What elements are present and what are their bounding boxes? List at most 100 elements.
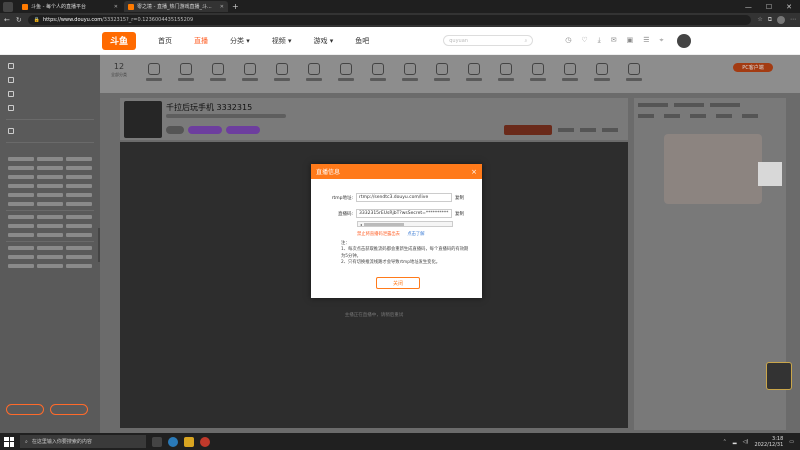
learn-more-link[interactable]: 点击了解 xyxy=(407,232,424,237)
new-tab-button[interactable]: + xyxy=(232,2,239,11)
category-link[interactable] xyxy=(66,202,92,206)
category-link[interactable] xyxy=(37,184,63,188)
category-item[interactable] xyxy=(138,63,170,81)
category-link[interactable] xyxy=(8,264,34,268)
category-link[interactable] xyxy=(8,193,34,197)
nav-home[interactable]: 首页 xyxy=(158,36,172,46)
dialog-close-icon[interactable]: × xyxy=(471,168,477,176)
report-button[interactable] xyxy=(580,128,596,132)
category-link[interactable] xyxy=(66,175,92,179)
back-icon[interactable]: ← xyxy=(4,16,10,24)
category-link[interactable] xyxy=(8,175,34,179)
nav-video[interactable]: 视频 ▾ xyxy=(272,36,292,46)
streamer-avatar[interactable] xyxy=(124,101,162,138)
taskbar-clock[interactable]: 3:18 2022/12/31 xyxy=(754,436,783,448)
site-search-input[interactable]: quyuan ⌕ xyxy=(443,35,534,46)
category-link[interactable] xyxy=(66,215,92,219)
window-menu-icon[interactable] xyxy=(3,1,13,12)
category-item[interactable] xyxy=(458,63,490,81)
copy-rtmp-button[interactable]: 复制 xyxy=(455,195,464,201)
sidebar-item[interactable] xyxy=(0,59,100,73)
category-link[interactable] xyxy=(37,166,63,170)
category-item[interactable] xyxy=(362,63,394,81)
category-link[interactable] xyxy=(8,233,34,237)
category-link[interactable] xyxy=(66,193,92,197)
category-item[interactable] xyxy=(394,63,426,81)
download-icon[interactable]: ⤓ xyxy=(598,36,601,45)
category-item[interactable] xyxy=(202,63,234,81)
category-link[interactable] xyxy=(8,184,34,188)
close-window-button[interactable]: ✕ xyxy=(786,3,792,11)
panel-tab[interactable] xyxy=(638,114,654,118)
category-link[interactable] xyxy=(37,255,63,259)
category-link[interactable] xyxy=(8,255,34,259)
notification-icon[interactable]: ▭ xyxy=(789,439,794,445)
rtmp-address-field[interactable]: rtmp://sendtc3.douyu.com/live xyxy=(356,193,452,202)
category-link[interactable] xyxy=(8,246,34,250)
refresh-icon[interactable]: ↻ xyxy=(16,16,22,24)
category-count[interactable]: 12 全部分类 xyxy=(100,63,138,79)
category-link[interactable] xyxy=(37,175,63,179)
minimize-button[interactable]: — xyxy=(745,3,752,11)
follow-icon[interactable]: ♡ xyxy=(581,36,587,45)
category-link[interactable] xyxy=(8,202,34,206)
category-item[interactable] xyxy=(266,63,298,81)
copy-key-button[interactable]: 复制 xyxy=(455,211,464,217)
user-avatar[interactable] xyxy=(677,33,692,48)
category-link[interactable] xyxy=(8,215,34,219)
nav-yuba[interactable]: 鱼吧 xyxy=(355,36,369,46)
category-link[interactable] xyxy=(37,193,63,197)
promo-banner[interactable] xyxy=(664,134,762,204)
category-link[interactable] xyxy=(66,255,92,259)
edge-browser-icon[interactable] xyxy=(168,436,178,447)
browser-tab-2[interactable]: 零之境 - 直播_热门游戏直播_斗... ✕ xyxy=(124,1,228,12)
category-link[interactable] xyxy=(66,246,92,250)
tray-up-icon[interactable]: ⌃ xyxy=(723,439,727,445)
location-icon[interactable]: ⌖ xyxy=(660,36,664,45)
category-link[interactable] xyxy=(66,233,92,237)
category-item[interactable] xyxy=(426,63,458,81)
panel-tab[interactable] xyxy=(742,114,758,118)
browser-tab-1[interactable]: 斗鱼 - 每个人的直播平台 ✕ xyxy=(18,1,122,12)
url-field[interactable]: 🔒 https://www.douyu.com/3332315?_r=0.123… xyxy=(27,15,752,25)
category-link[interactable] xyxy=(8,166,34,170)
category-link[interactable] xyxy=(37,246,63,250)
tab-close-icon[interactable]: ✕ xyxy=(220,4,224,10)
room-tag[interactable] xyxy=(188,126,222,134)
panel-tab[interactable] xyxy=(690,114,706,118)
nav-category[interactable]: 分类 ▾ xyxy=(230,36,250,46)
taskbar-search[interactable]: ⌕ 在这里输入你要搜索的内容 xyxy=(20,435,146,448)
category-link[interactable] xyxy=(8,224,34,228)
client-button[interactable] xyxy=(602,128,618,132)
nav-game[interactable]: 游戏 ▾ xyxy=(314,36,334,46)
volume-icon[interactable]: ◁) xyxy=(743,439,749,445)
category-link[interactable] xyxy=(37,157,63,161)
collections-icon[interactable]: ⧉ xyxy=(768,16,772,24)
network-icon[interactable]: ▂ xyxy=(733,439,737,445)
category-item[interactable] xyxy=(586,63,618,81)
douyu-logo[interactable]: 斗鱼 xyxy=(102,31,136,50)
category-link[interactable] xyxy=(37,215,63,219)
more-menu-icon[interactable]: ⋯ xyxy=(790,16,796,24)
category-item[interactable] xyxy=(330,63,362,81)
category-item[interactable] xyxy=(490,63,522,81)
sidebar-item[interactable] xyxy=(0,87,100,101)
history-icon[interactable]: ◷ xyxy=(565,36,571,45)
profile-avatar[interactable] xyxy=(777,16,785,24)
category-link[interactable] xyxy=(66,264,92,268)
favorite-star-icon[interactable]: ☆ xyxy=(757,16,762,24)
room-tag[interactable] xyxy=(226,126,260,134)
sidebar-item[interactable] xyxy=(0,124,100,138)
sidebar-action-button[interactable] xyxy=(50,404,88,415)
task-view-icon[interactable] xyxy=(152,436,162,447)
panel-tab[interactable] xyxy=(716,114,732,118)
category-link[interactable] xyxy=(66,166,92,170)
nav-live[interactable]: 直播 xyxy=(194,36,208,46)
category-link[interactable] xyxy=(66,224,92,228)
task-icon[interactable]: ☰ xyxy=(643,36,649,45)
category-item[interactable] xyxy=(554,63,586,81)
category-link[interactable] xyxy=(37,264,63,268)
pc-client-button[interactable]: PC客户端 xyxy=(733,63,773,72)
obs-app-icon[interactable] xyxy=(200,436,210,447)
room-tag[interactable] xyxy=(166,126,184,134)
